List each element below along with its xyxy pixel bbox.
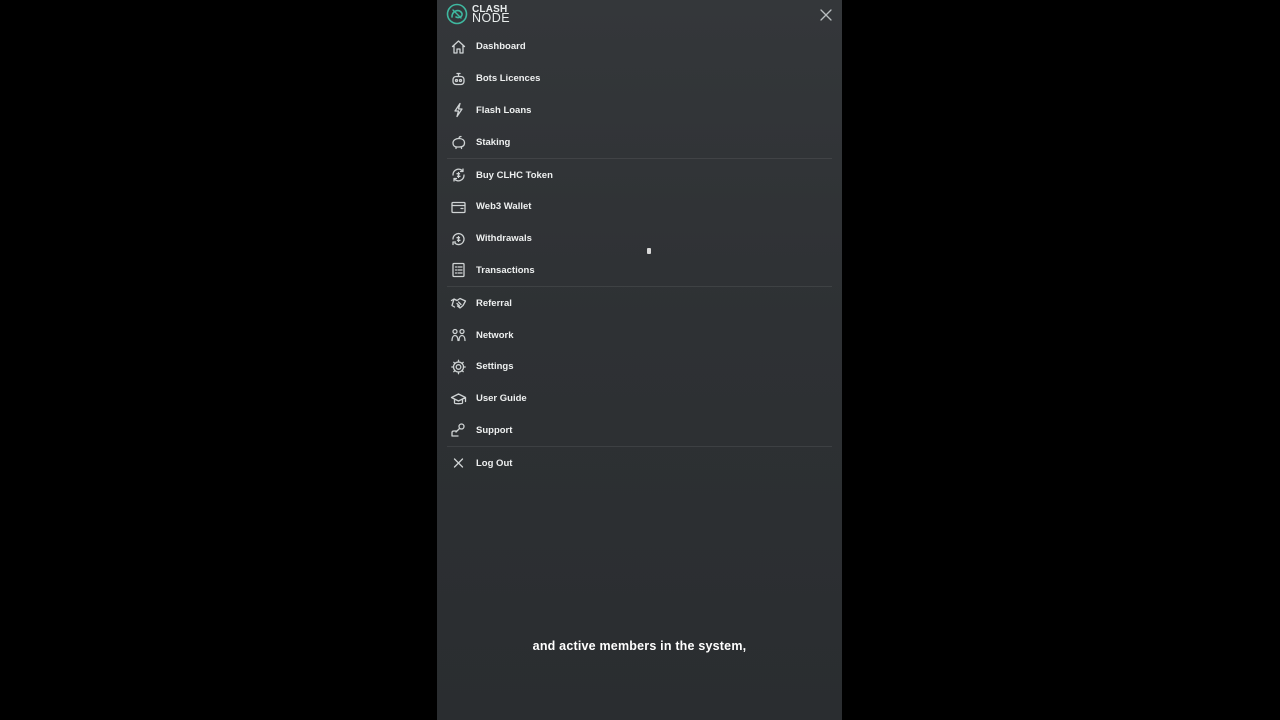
wallet-icon bbox=[450, 198, 467, 215]
menu-item-label: Referral bbox=[476, 297, 512, 309]
coin-exchange-icon bbox=[450, 167, 467, 184]
lightning-icon bbox=[450, 102, 467, 119]
menu-item-label: Transactions bbox=[476, 264, 535, 276]
touch-cursor bbox=[647, 248, 651, 254]
menu-item-label: Buy CLHC Token bbox=[476, 169, 553, 181]
menu-item-label: Dashboard bbox=[476, 41, 526, 53]
menu-item-label: Flash Loans bbox=[476, 104, 532, 116]
menu-item-label: Network bbox=[476, 329, 514, 341]
menu-item-support[interactable]: Support bbox=[437, 415, 842, 447]
support-icon bbox=[450, 422, 467, 439]
menu-item-dashboard[interactable]: Dashboard bbox=[437, 31, 842, 63]
close-menu-button[interactable] bbox=[818, 7, 834, 23]
mobile-screen: CLASH NODE Dashboard Bots Licences Flash… bbox=[437, 0, 842, 720]
menu-item-label: Log Out bbox=[476, 457, 513, 469]
logo[interactable]: CLASH NODE bbox=[446, 3, 510, 25]
handshake-icon bbox=[450, 295, 467, 312]
clash-node-logo-icon bbox=[446, 3, 468, 25]
menu-item-bots-licences[interactable]: Bots Licences bbox=[437, 63, 842, 95]
home-icon bbox=[450, 38, 467, 55]
menu-item-buy-clhc-token[interactable]: Buy CLHC Token bbox=[437, 159, 842, 191]
menu-item-label: Settings bbox=[476, 361, 514, 373]
close-icon bbox=[450, 455, 467, 472]
logo-text: CLASH NODE bbox=[472, 5, 511, 25]
piggy-bank-icon bbox=[450, 134, 467, 151]
menu-item-flash-loans[interactable]: Flash Loans bbox=[437, 95, 842, 127]
menu-item-label: Support bbox=[476, 424, 513, 436]
gear-icon bbox=[450, 358, 467, 375]
network-icon bbox=[450, 327, 467, 344]
menu-item-network[interactable]: Network bbox=[437, 319, 842, 351]
withdraw-icon bbox=[450, 230, 467, 247]
menu-item-transactions[interactable]: Transactions bbox=[437, 255, 842, 287]
list-icon bbox=[450, 262, 467, 279]
menu-item-web3-wallet[interactable]: Web3 Wallet bbox=[437, 191, 842, 223]
menu-item-label: User Guide bbox=[476, 393, 527, 405]
graduation-cap-icon bbox=[450, 390, 467, 407]
video-caption: and active members in the system, bbox=[532, 639, 747, 653]
menu-item-referral[interactable]: Referral bbox=[437, 287, 842, 319]
robot-icon bbox=[450, 70, 467, 87]
menu-item-log-out[interactable]: Log Out bbox=[437, 447, 842, 479]
menu-item-withdrawals[interactable]: Withdrawals bbox=[437, 223, 842, 255]
menu-item-label: Staking bbox=[476, 136, 511, 148]
menu-item-staking[interactable]: Staking bbox=[437, 126, 842, 158]
menu-item-label: Withdrawals bbox=[476, 233, 532, 245]
menu-item-label: Bots Licences bbox=[476, 73, 541, 85]
logo-line-2: NODE bbox=[472, 11, 511, 25]
menu-item-settings[interactable]: Settings bbox=[437, 351, 842, 383]
menu-item-user-guide[interactable]: User Guide bbox=[437, 383, 842, 415]
menu-item-label: Web3 Wallet bbox=[476, 201, 532, 213]
top-bar: CLASH NODE bbox=[437, 0, 842, 30]
side-menu: Dashboard Bots Licences Flash Loans Stak… bbox=[437, 31, 842, 479]
